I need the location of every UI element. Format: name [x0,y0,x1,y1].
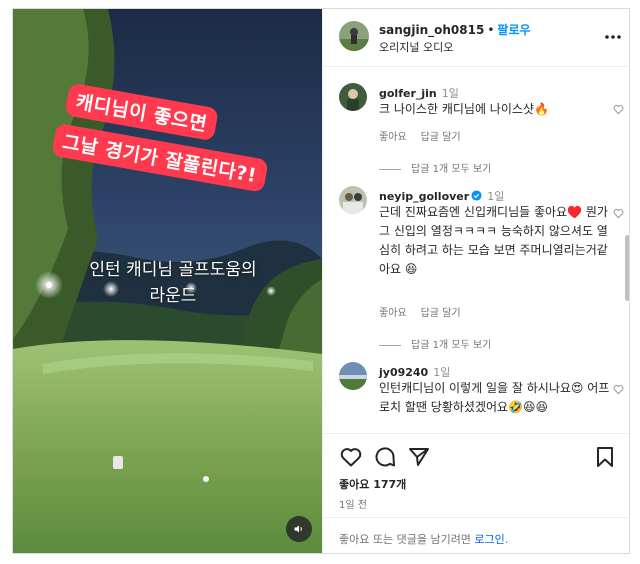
comment-header: neyip_gollover 1일 [379,188,504,204]
comment-actions: 좋아요 답글 달기 [379,304,475,319]
caption-line-2: 라운드 [149,286,197,306]
comment-bubble-icon[interactable] [373,445,397,469]
comment-reply-link[interactable]: 답글 달기 [421,132,461,143]
author-line: sangjin_oh0815 • 팔로우 [379,21,531,38]
view-replies-link[interactable]: 답글 1개 모두 보기 [379,336,491,351]
comment-text: 인턴캐디님이 이렇게 일을 잘 하시나요😍 어프로치 할땐 당황하셨겠어요🤣😆😆 [379,381,610,414]
comment-like-heart-icon[interactable] [613,384,624,395]
comment-time[interactable]: 1일 [437,87,459,100]
comment-like-link[interactable]: 좋아요 [379,308,407,319]
avatar-image [339,21,369,51]
bookmark-icon[interactable] [593,445,617,469]
follow-button[interactable]: 팔로우 [497,23,530,37]
more-options-icon[interactable] [603,29,623,45]
comment-header: golfer_jin 1일 [379,85,459,101]
login-prompt-bar: 좋아요 또는 댓글을 남기려면 로그인. [323,517,629,553]
comment-username[interactable]: jy09240 [379,366,428,379]
caption-line-1: 인턴 캐디님 골프도움의 [89,260,257,280]
login-prompt: 좋아요 또는 댓글을 남기려면 로그인. [339,531,508,547]
post-header: sangjin_oh0815 • 팔로우 오리지널 오디오 [323,9,629,67]
author-username[interactable]: sangjin_oh0815 [379,23,484,37]
replies-divider [379,168,401,170]
post-dialog: 캐디님이 좋으면 그날 경기가 잘풀린다?! 인턴 캐디님 골프도움의 라운드 [12,8,630,554]
login-prompt-suffix: . [504,533,509,546]
like-heart-icon[interactable] [339,445,363,469]
comment-avatar[interactable] [339,83,367,111]
comment-like-link[interactable]: 좋아요 [379,132,407,143]
comment-reply-link[interactable]: 답글 달기 [421,308,461,319]
speaker-icon [294,525,302,533]
comments-scrollbar[interactable] [625,235,629,301]
comment-header: jy09240 1일 [379,364,450,380]
replies-divider [379,344,401,346]
comment-time[interactable]: 1일 [428,366,450,379]
comment-like-heart-icon[interactable] [613,104,624,115]
login-prompt-text: 좋아요 또는 댓글을 남기려면 [339,533,471,546]
avatar-image [339,83,367,111]
likes-count[interactable]: 좋아요 177개 [339,476,406,492]
caption-text-white: 인턴 캐디님 골프도움의 라운드 [53,257,293,309]
audio-label[interactable]: 오리지널 오디오 [379,39,453,55]
comment-avatar[interactable] [339,362,367,390]
view-replies-link[interactable]: 답글 1개 모두 보기 [379,160,491,175]
login-link[interactable]: 로그인 [474,533,504,546]
sticker-line-2: 그날 경기가 잘풀린다?! [51,122,269,193]
view-replies-label: 답글 1개 모두 보기 [411,164,492,175]
avatar-image [339,186,367,214]
comment-text: 크 나이스한 캐디님에 나이스샷🔥 [379,102,549,116]
comment-avatar[interactable] [339,186,367,214]
comments-list[interactable]: golfer_jin 1일 크 나이스한 캐디님에 나이스샷🔥 좋아요 답글 달기 … [323,68,629,432]
separator-dot: • [487,23,495,37]
verified-badge-icon [471,190,482,201]
post-action-bar: 좋아요 177개 1일 전 [323,433,629,517]
post-video[interactable]: 캐디님이 좋으면 그날 경기가 잘풀린다?! 인턴 캐디님 골프도움의 라운드 [13,9,322,553]
comment-actions: 좋아요 답글 달기 [379,128,475,143]
sound-toggle-button[interactable] [286,516,312,542]
comment-text: 근데 진짜요즘엔 신입캐디님들 좋아요♥️ 뭔가 그 신입의 열정ㅋㅋㅋㅋ 능숙… [379,205,608,276]
post-timestamp[interactable]: 1일 전 [339,496,367,511]
author-avatar[interactable] [339,21,369,51]
share-send-icon[interactable] [407,445,431,469]
comment-time[interactable]: 1일 [482,190,504,203]
post-side-panel: sangjin_oh0815 • 팔로우 오리지널 오디오 golfer_jin 1일 [322,9,629,553]
view-replies-label: 답글 1개 모두 보기 [411,340,492,351]
comment-like-heart-icon[interactable] [613,208,624,219]
comment-username[interactable]: neyip_gollover [379,190,469,203]
avatar-image [339,362,367,390]
comment-username[interactable]: golfer_jin [379,87,437,100]
